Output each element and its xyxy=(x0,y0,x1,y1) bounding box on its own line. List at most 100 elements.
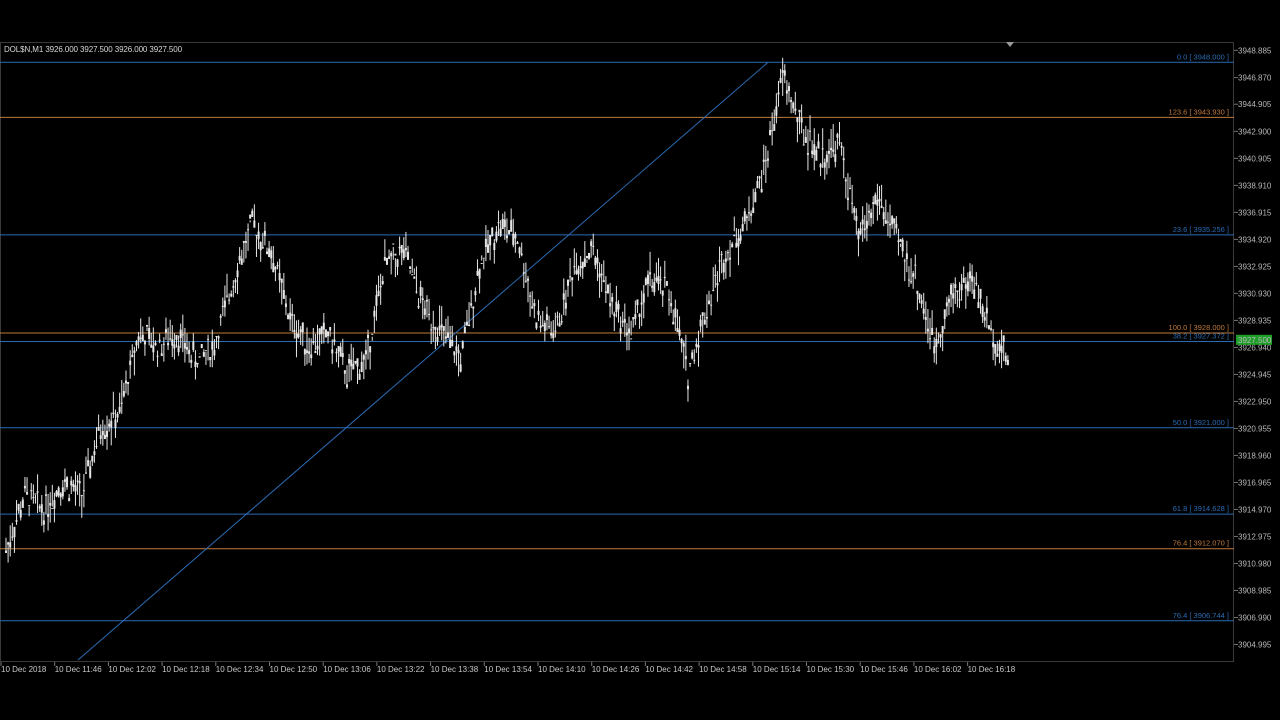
candle-body xyxy=(743,211,746,222)
candle-body xyxy=(430,329,433,331)
candle-body xyxy=(129,360,132,365)
candle-body xyxy=(882,212,885,220)
candle-body xyxy=(198,356,201,358)
candle-body xyxy=(971,275,974,282)
candle-body xyxy=(933,346,936,354)
candle-body xyxy=(697,345,700,348)
candle-body xyxy=(407,251,410,260)
candle-body xyxy=(44,494,47,496)
candle-body xyxy=(106,430,109,438)
candle-body xyxy=(82,490,85,492)
candle-body xyxy=(385,257,388,265)
candle-body xyxy=(703,319,706,325)
candle-body xyxy=(333,339,336,342)
candle-body xyxy=(733,234,736,237)
candle-body xyxy=(472,306,475,309)
candle-body xyxy=(278,273,281,281)
candle-body xyxy=(251,210,254,217)
candle-body xyxy=(95,446,98,448)
candle-body xyxy=(114,419,117,428)
candle-body xyxy=(623,318,626,323)
candle-body xyxy=(249,214,252,219)
candle-body xyxy=(219,315,222,318)
candle-body xyxy=(173,344,176,349)
candle-body xyxy=(518,247,521,254)
candle-body xyxy=(739,235,742,241)
candle-body xyxy=(358,373,361,380)
fib-level-label: 0.0 [ 3948.000 ] xyxy=(1177,52,1229,61)
candle-body xyxy=(181,334,184,336)
price-axis-label: 3920.955 xyxy=(1238,424,1272,433)
time-axis-label: 10 Dec 14:26 xyxy=(592,665,640,674)
candle-body xyxy=(398,246,401,249)
candle-body xyxy=(514,233,517,239)
candle-body xyxy=(926,328,929,332)
candle-body xyxy=(474,291,477,296)
candle-body xyxy=(632,317,635,320)
candle-body xyxy=(373,310,376,317)
candle-body xyxy=(893,218,896,224)
candle-body xyxy=(750,213,753,216)
candle-body xyxy=(91,455,94,462)
candle-body xyxy=(735,242,738,248)
candle-body xyxy=(947,298,950,303)
fib-level-label: 76.4 [ 3906.744 ] xyxy=(1173,611,1229,620)
candle-body xyxy=(529,295,532,297)
candle-body xyxy=(436,336,439,342)
candle-body xyxy=(939,334,942,338)
candle-body xyxy=(291,313,294,316)
candle-body xyxy=(548,326,551,328)
candle-body xyxy=(15,520,18,522)
candle-body xyxy=(371,333,374,335)
candle-body xyxy=(510,220,513,232)
time-axis-label: 10 Dec 13:06 xyxy=(323,665,371,674)
candle-body xyxy=(689,363,692,365)
candle-body xyxy=(310,354,313,359)
candle-body xyxy=(428,314,431,316)
candle-body xyxy=(160,353,163,357)
candle-body xyxy=(156,355,159,357)
candle-body xyxy=(480,263,483,265)
candle-body xyxy=(265,251,268,255)
candle-body xyxy=(495,231,498,241)
candle-body xyxy=(550,332,553,336)
candle-body xyxy=(522,272,525,274)
candle-body xyxy=(228,299,231,301)
candle-body xyxy=(253,220,256,228)
candle-body xyxy=(682,343,685,347)
candle-body xyxy=(668,299,671,301)
candle-body xyxy=(402,249,405,259)
candle-body xyxy=(905,253,908,260)
fib-level-label: 61.8 [ 3914.628 ] xyxy=(1173,504,1229,513)
candle-body xyxy=(815,149,818,161)
candle-body xyxy=(261,247,264,249)
candle-body xyxy=(453,351,456,356)
candle-body xyxy=(769,130,772,136)
candle-body xyxy=(855,215,858,221)
candle-body xyxy=(38,506,41,509)
candle-body xyxy=(560,321,563,323)
candle-body xyxy=(217,336,220,339)
candle-body xyxy=(259,242,262,251)
price-chart[interactable]: 0.0 [ 3948.000 ] 123.6 [ 3943.930 ] 23.6 [… xyxy=(0,0,1280,720)
candle-body xyxy=(539,325,542,328)
candle-body xyxy=(352,363,355,370)
candle-body xyxy=(992,342,995,348)
candle-body xyxy=(564,302,567,309)
candle-body xyxy=(764,160,767,162)
candle-body xyxy=(257,231,260,240)
candle-body xyxy=(562,293,565,300)
candle-body xyxy=(272,263,275,273)
candle-body xyxy=(34,493,37,495)
candle-body xyxy=(771,130,774,132)
candle-body xyxy=(533,303,536,307)
candle-body xyxy=(952,293,955,299)
candle-body xyxy=(960,284,963,291)
candle-body xyxy=(493,242,496,251)
candle-body xyxy=(30,490,33,492)
candle-body xyxy=(223,300,226,308)
candle-body xyxy=(554,330,557,332)
candle-body xyxy=(646,274,649,284)
candle-body xyxy=(686,385,689,390)
candle-body xyxy=(447,332,450,338)
